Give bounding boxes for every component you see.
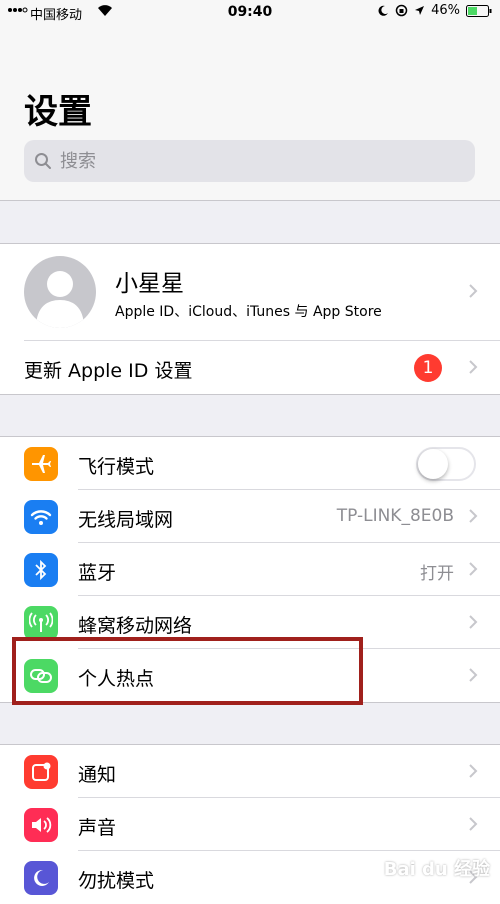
wifi-label: 无线局域网 [78,509,174,531]
search-icon [35,153,51,169]
chevron-right-icon [469,817,478,831]
page-title: 设置 [24,92,92,132]
separator [0,200,500,201]
battery-percent: 46% [431,3,460,18]
rotation-lock-icon [395,4,408,17]
sounds-label: 声音 [78,817,117,839]
chevron-right-icon [469,284,478,298]
chevron-right-icon [469,562,478,576]
status-bar: 中国移动 09:40 46% [0,0,500,26]
cellular-label: 蜂窝移动网络 [78,615,193,637]
chevron-right-icon [469,668,478,682]
sounds-row[interactable]: 声音 [0,798,500,851]
bluetooth-value: 打开 [420,564,454,584]
airplane-mode-label: 飞行模式 [78,456,155,478]
airplane-mode-row: 飞行模式 [0,437,500,490]
bluetooth-row[interactable]: 蓝牙 打开 [0,543,500,596]
moon-icon [24,861,58,895]
airplane-mode-toggle[interactable] [416,447,476,481]
watermark: Bai du 经验 [383,859,490,880]
bluetooth-icon [24,553,58,587]
bluetooth-label: 蓝牙 [78,562,117,584]
user-silhouette-icon [36,271,84,328]
update-apple-id-label: 更新 Apple ID 设置 [24,360,193,382]
highlight-annotation-box [12,637,363,705]
chevron-right-icon [469,509,478,523]
notifications-label: 通知 [78,764,117,786]
wifi-icon [24,500,58,534]
separator [0,394,500,395]
avatar [24,256,96,328]
account-group: 小星星 Apple ID、iCloud、iTunes 与 App Store 更… [0,244,500,394]
search-input[interactable] [58,149,442,173]
cellular-antenna-icon [24,606,58,640]
chevron-right-icon [469,764,478,778]
notification-badge: 1 [414,354,442,382]
notifications-row[interactable]: 通知 [0,745,500,798]
toggle-knob [418,449,448,479]
chevron-right-icon [469,615,478,629]
wifi-network-value: TP-LINK_8E0B [336,506,454,526]
update-apple-id-row[interactable]: 更新 Apple ID 设置 1 [0,341,500,394]
speaker-icon [24,808,58,842]
profile-row[interactable]: 小星星 Apple ID、iCloud、iTunes 与 App Store [0,244,500,341]
battery-icon [466,4,492,17]
search-bar[interactable] [24,140,475,182]
wifi-row[interactable]: 无线局域网 TP-LINK_8E0B [0,490,500,543]
moon-icon [378,5,389,16]
chevron-right-icon [469,360,478,374]
profile-subtitle: Apple ID、iCloud、iTunes 与 App Store [115,304,382,320]
notifications-icon [24,755,58,789]
location-icon [415,6,425,15]
profile-name: 小星星 [115,271,184,297]
airplane-icon [24,447,58,481]
status-right: 46% [377,3,492,18]
